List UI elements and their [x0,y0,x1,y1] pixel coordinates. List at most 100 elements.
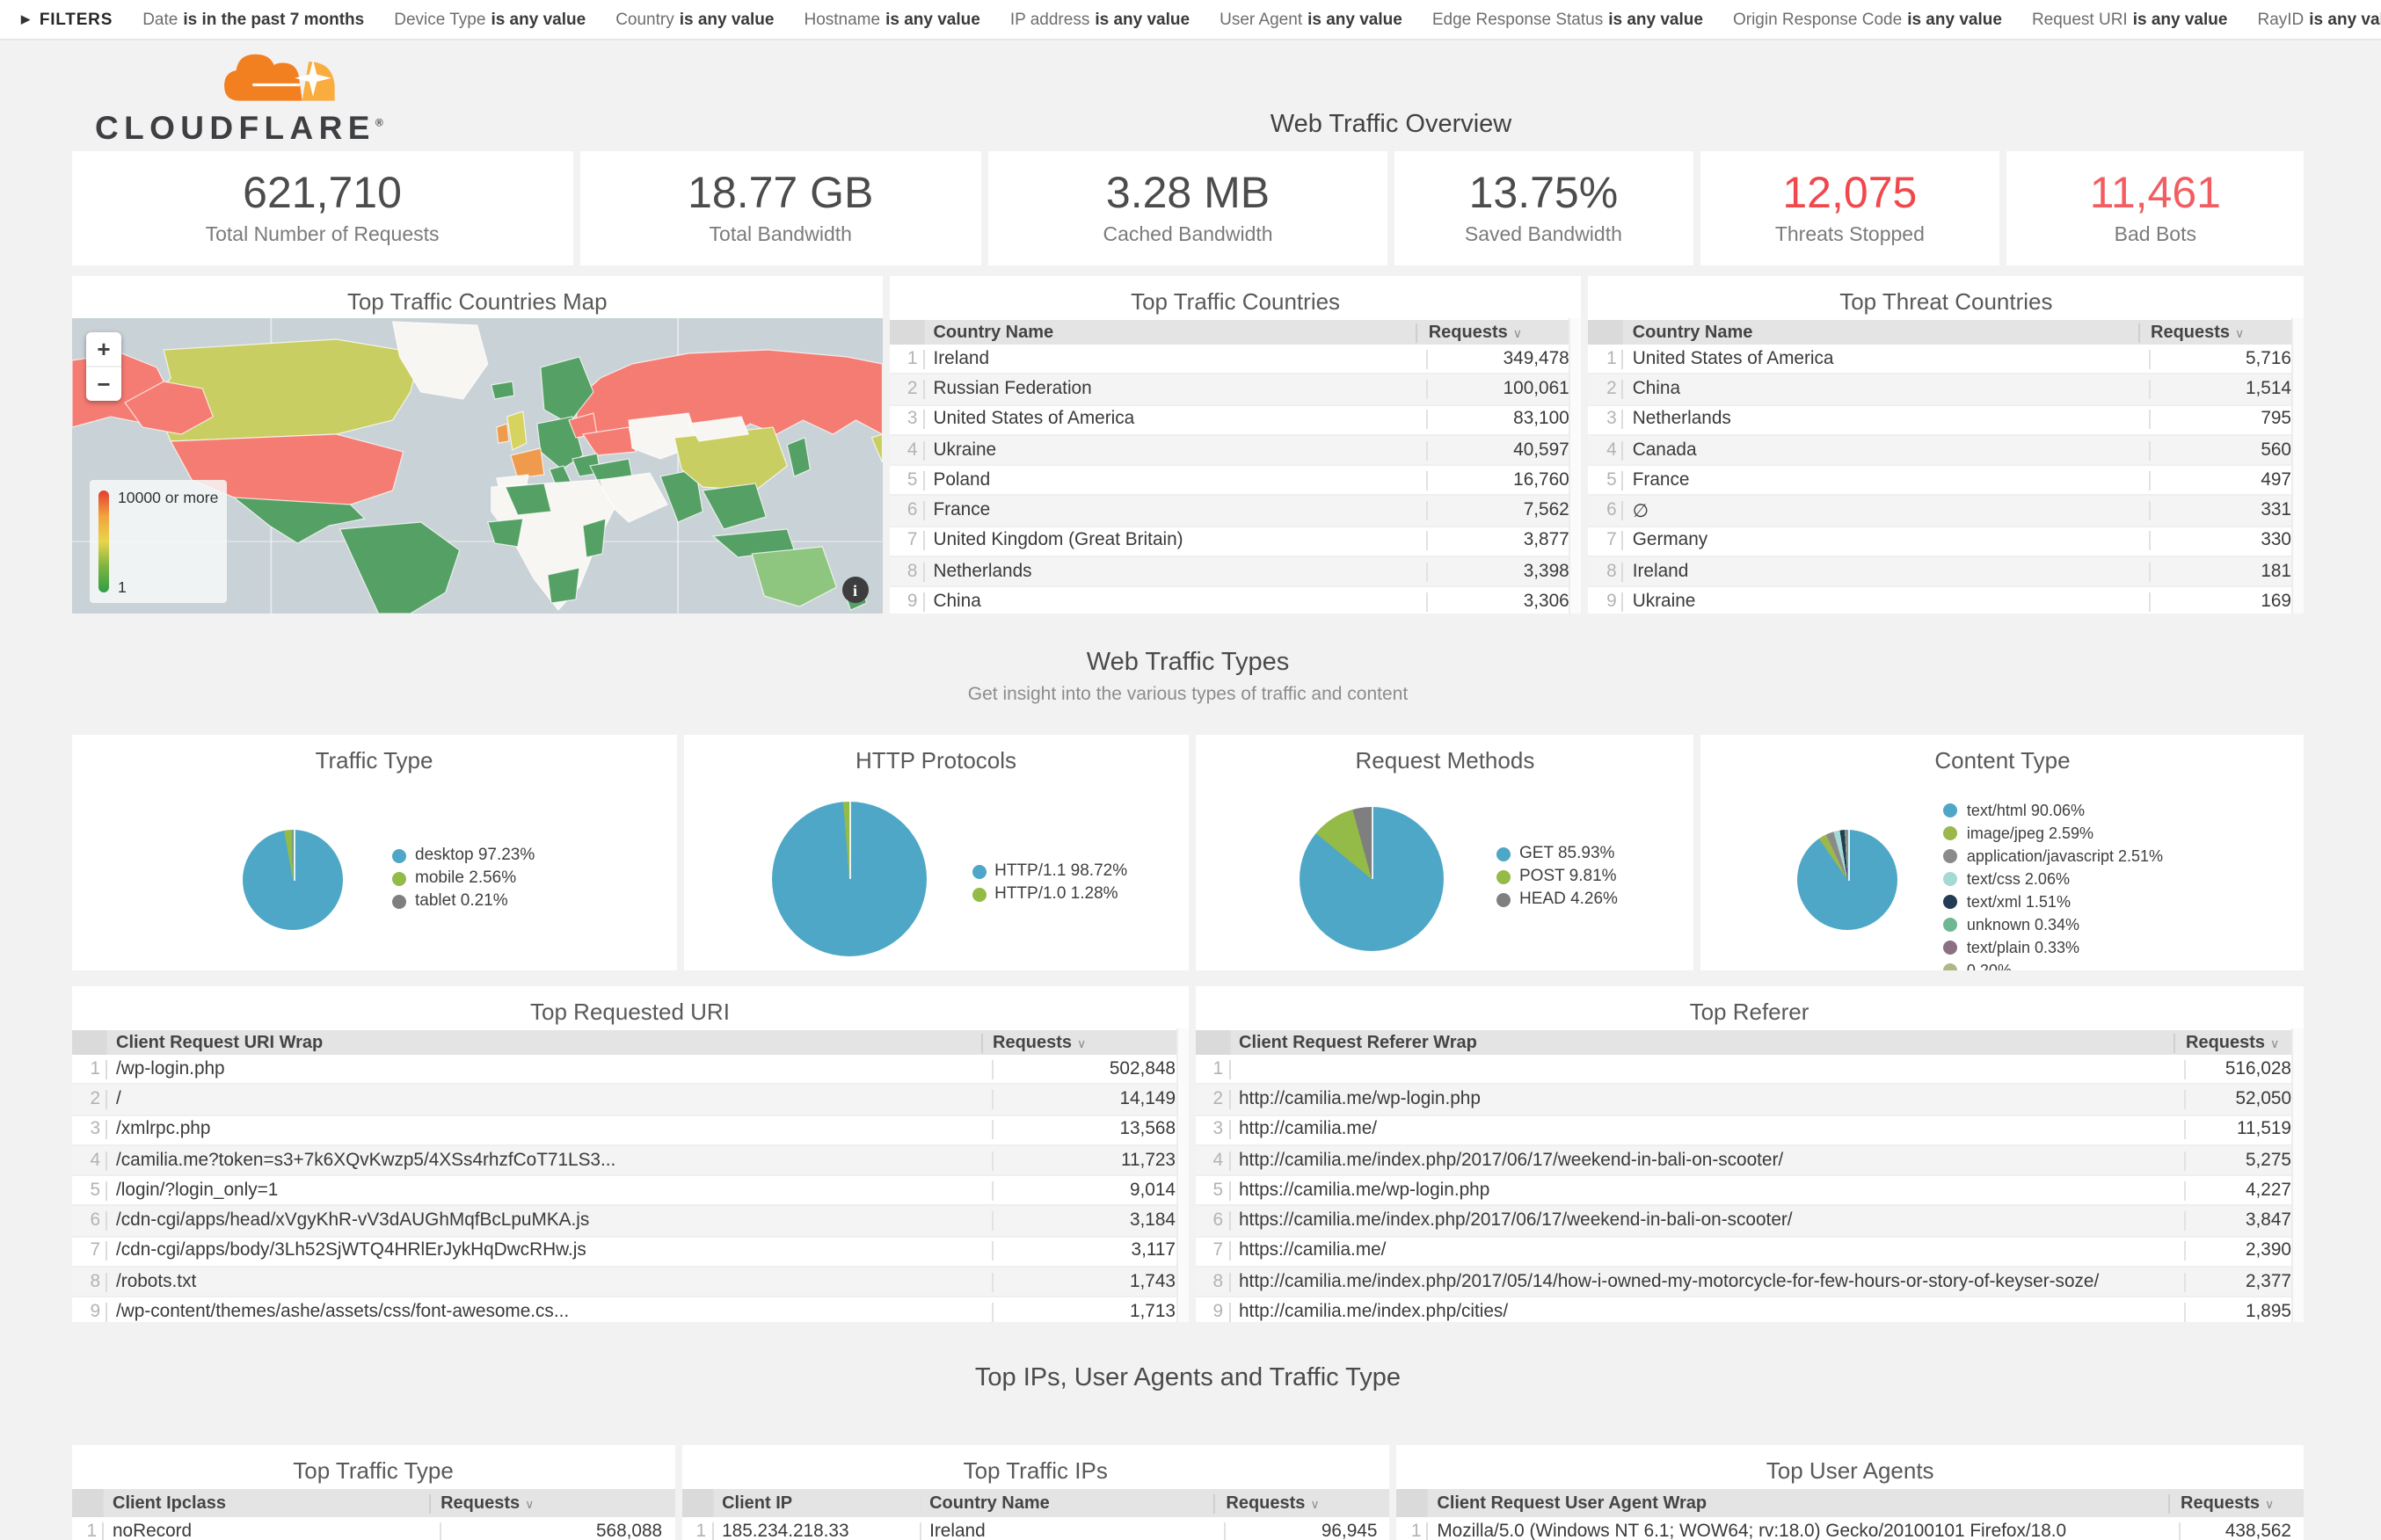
brand-wordmark: CLOUDFLARE® [95,113,383,145]
table-row[interactable]: 2/14,149 [72,1086,1188,1116]
filter-item[interactable]: Hostnameis any value [804,10,979,29]
table-row[interactable]: 4/camilia.me?token=s3+7k6XQvKwzp5/4XSs4r… [72,1146,1188,1177]
table-row[interactable]: 8Netherlands3,398 [889,557,1581,588]
table-row[interactable]: 2http://camilia.me/wp-login.php52,050 [1195,1086,2304,1116]
table-row[interactable]: 1516,028 [1195,1055,2304,1086]
scrollbar[interactable] [2291,1028,2304,1322]
table-row[interactable]: 1Ireland349,478 [889,345,1581,375]
table-row[interactable]: 9Ukraine169 [1589,588,2304,614]
table-row[interactable]: 8/robots.txt1,743 [72,1268,1188,1298]
request-methods-pie-chart[interactable] [1300,807,1444,951]
scrollbar[interactable] [1176,1028,1188,1322]
table-row[interactable]: 8http://camilia.me/index.php/2017/05/14/… [1195,1268,2304,1298]
map-legend: 10000 or more 1 [90,480,227,603]
column-header-user-agent[interactable]: Client Request User Agent Wrap [1428,1493,2168,1513]
table-row[interactable]: 3http://camilia.me/11,519 [1195,1115,2304,1146]
top-traffic-countries-card: Top Traffic Countries Country Name Reque… [889,276,1581,614]
table-row[interactable]: 5https://camilia.me/wp-login.php4,227 [1195,1176,2304,1207]
column-header-ipclass[interactable]: Client Ipclass [104,1493,428,1513]
table-row[interactable]: 6∅331 [1589,497,2304,527]
table-row[interactable]: 3United States of America83,100 [889,405,1581,436]
content-type-pie-chart[interactable] [1798,830,1898,930]
table-row[interactable]: 1Mozilla/5.0 (Windows NT 6.1; WOW64; rv:… [1396,1517,2304,1540]
table-row[interactable]: 3Netherlands795 [1589,405,2304,436]
world-map[interactable]: + − 10000 or more 1 i [72,318,882,614]
table-row[interactable]: 1/wp-login.php502,848 [72,1055,1188,1086]
zoom-out-button[interactable]: − [86,366,121,401]
table-row[interactable]: 7Germany330 [1589,527,2304,558]
table-row[interactable]: 1noRecord568,088 [72,1517,674,1540]
table-row[interactable]: 7United Kingdom (Great Britain)3,877 [889,527,1581,558]
legend-min-label: 1 [118,578,127,596]
scrollbar[interactable] [1569,318,1582,614]
table-row[interactable]: 5France497 [1589,466,2304,497]
table-row[interactable]: 1185.234.218.33Ireland96,945 [681,1517,1389,1540]
column-header-requests[interactable]: Requests∨ [1213,1493,1389,1513]
table-row[interactable]: 9/wp-content/themes/ashe/assets/css/font… [72,1298,1188,1322]
filter-item[interactable]: Edge Response Statusis any value [1432,10,1703,29]
legend-swatch [1944,895,1958,909]
table-row[interactable]: 6/cdn-cgi/apps/head/xVgyKhR-vV3dAUGhMqfB… [72,1207,1188,1238]
card-title: Top Requested URI [72,986,1188,1027]
legend-swatch [1944,941,1958,955]
table-row[interactable]: 8Ireland181 [1589,557,2304,588]
kpi-total-bandwidth: 18.77 GBTotal Bandwidth [579,151,981,265]
table-row[interactable]: 4Canada560 [1589,436,2304,467]
scrollbar[interactable] [2291,318,2304,614]
http-protocols-pie-chart[interactable] [771,802,926,956]
filter-item[interactable]: User Agentis any value [1220,10,1402,29]
legend-swatch [1944,848,1958,862]
table-body: 1United States of America5,7162China1,51… [1589,345,2304,614]
column-header-client-ip[interactable]: Client IP [713,1493,919,1513]
table-row[interactable]: 7/cdn-cgi/apps/body/3Lh52SjWTQ4HRlErJykH… [72,1238,1188,1268]
table-row[interactable]: 9http://camilia.me/index.php/cities/1,89… [1195,1298,2304,1322]
chart-legend: text/html 90.06%image/jpeg 2.59%applicat… [1944,798,2163,970]
filters-toggle[interactable]: ▶ FILTERS [21,10,113,29]
traffic-type-pie-chart[interactable] [243,830,343,930]
column-header-requests[interactable]: Requests∨ [1416,323,1582,342]
table-row[interactable]: 5/login/?login_only=19,014 [72,1176,1188,1207]
table-row[interactable]: 1United States of America5,716 [1589,345,2304,375]
table-row[interactable]: 6France7,562 [889,497,1581,527]
chart-legend: desktop 97.23%mobile 2.56%tablet 0.21% [392,844,535,913]
section-subtitle: Get insight into the various types of tr… [72,684,2304,705]
table-header: Country Name Requests∨ [1589,320,2304,345]
column-header-requests[interactable]: Requests∨ [2173,1033,2304,1052]
column-header-referer[interactable]: Client Request Referer Wrap [1230,1033,2173,1052]
column-header-requests[interactable]: Requests∨ [428,1493,674,1513]
table-row[interactable]: 4Ukraine40,597 [889,436,1581,467]
table-row[interactable]: 9China3,306 [889,588,1581,614]
zoom-in-button[interactable]: + [86,332,121,366]
filter-item[interactable]: Device Typeis any value [394,10,586,29]
column-header-uri[interactable]: Client Request URI Wrap [107,1033,980,1052]
filter-item[interactable]: Countryis any value [615,10,774,29]
chart-legend: GET 85.93%POST 9.81%HEAD 4.26% [1496,842,1618,912]
table-row[interactable]: 2Russian Federation100,061 [889,375,1581,406]
table-row[interactable]: 3/xmlrpc.php13,568 [72,1115,1188,1146]
request-methods-card: Request Methods GET 85.93%POST 9.81%HEAD… [1196,735,1694,970]
column-header-country[interactable]: Country Name [919,1493,1213,1513]
filter-item[interactable]: IP addressis any value [1010,10,1190,29]
table-row[interactable]: 2China1,514 [1589,375,2304,406]
legend-swatch [1944,872,1958,886]
caret-right-icon: ▶ [21,12,31,26]
http-protocols-card: HTTP Protocols HTTP/1.1 98.72%HTTP/1.0 1… [683,735,1189,970]
column-header-requests[interactable]: Requests∨ [2138,323,2304,342]
filter-bar: ▶ FILTERS Dateis in the past 7 months Dev… [0,0,2381,40]
info-icon[interactable]: i [841,577,868,603]
legend-item: unknown 0.34% [1944,913,2163,936]
filter-item[interactable]: Dateis in the past 7 months [142,10,364,29]
threat-countries-table: Country Name Requests∨ 1United States of… [1589,320,2304,614]
filter-item[interactable]: RayIDis any value [2257,10,2381,29]
table-row[interactable]: 7https://camilia.me/2,390 [1195,1238,2304,1268]
column-header-country[interactable]: Country Name [1624,323,2138,342]
column-header-requests[interactable]: Requests∨ [2168,1493,2304,1513]
filter-item[interactable]: Origin Response Codeis any value [1733,10,2002,29]
legend-item: desktop 97.23% [392,844,535,867]
table-row[interactable]: 5Poland16,760 [889,466,1581,497]
column-header-country[interactable]: Country Name [924,323,1416,342]
column-header-requests[interactable]: Requests∨ [980,1033,1188,1052]
filter-item[interactable]: Request URIis any value [2032,10,2228,29]
table-row[interactable]: 4http://camilia.me/index.php/2017/06/17/… [1195,1146,2304,1177]
table-row[interactable]: 6https://camilia.me/index.php/2017/06/17… [1195,1207,2304,1238]
